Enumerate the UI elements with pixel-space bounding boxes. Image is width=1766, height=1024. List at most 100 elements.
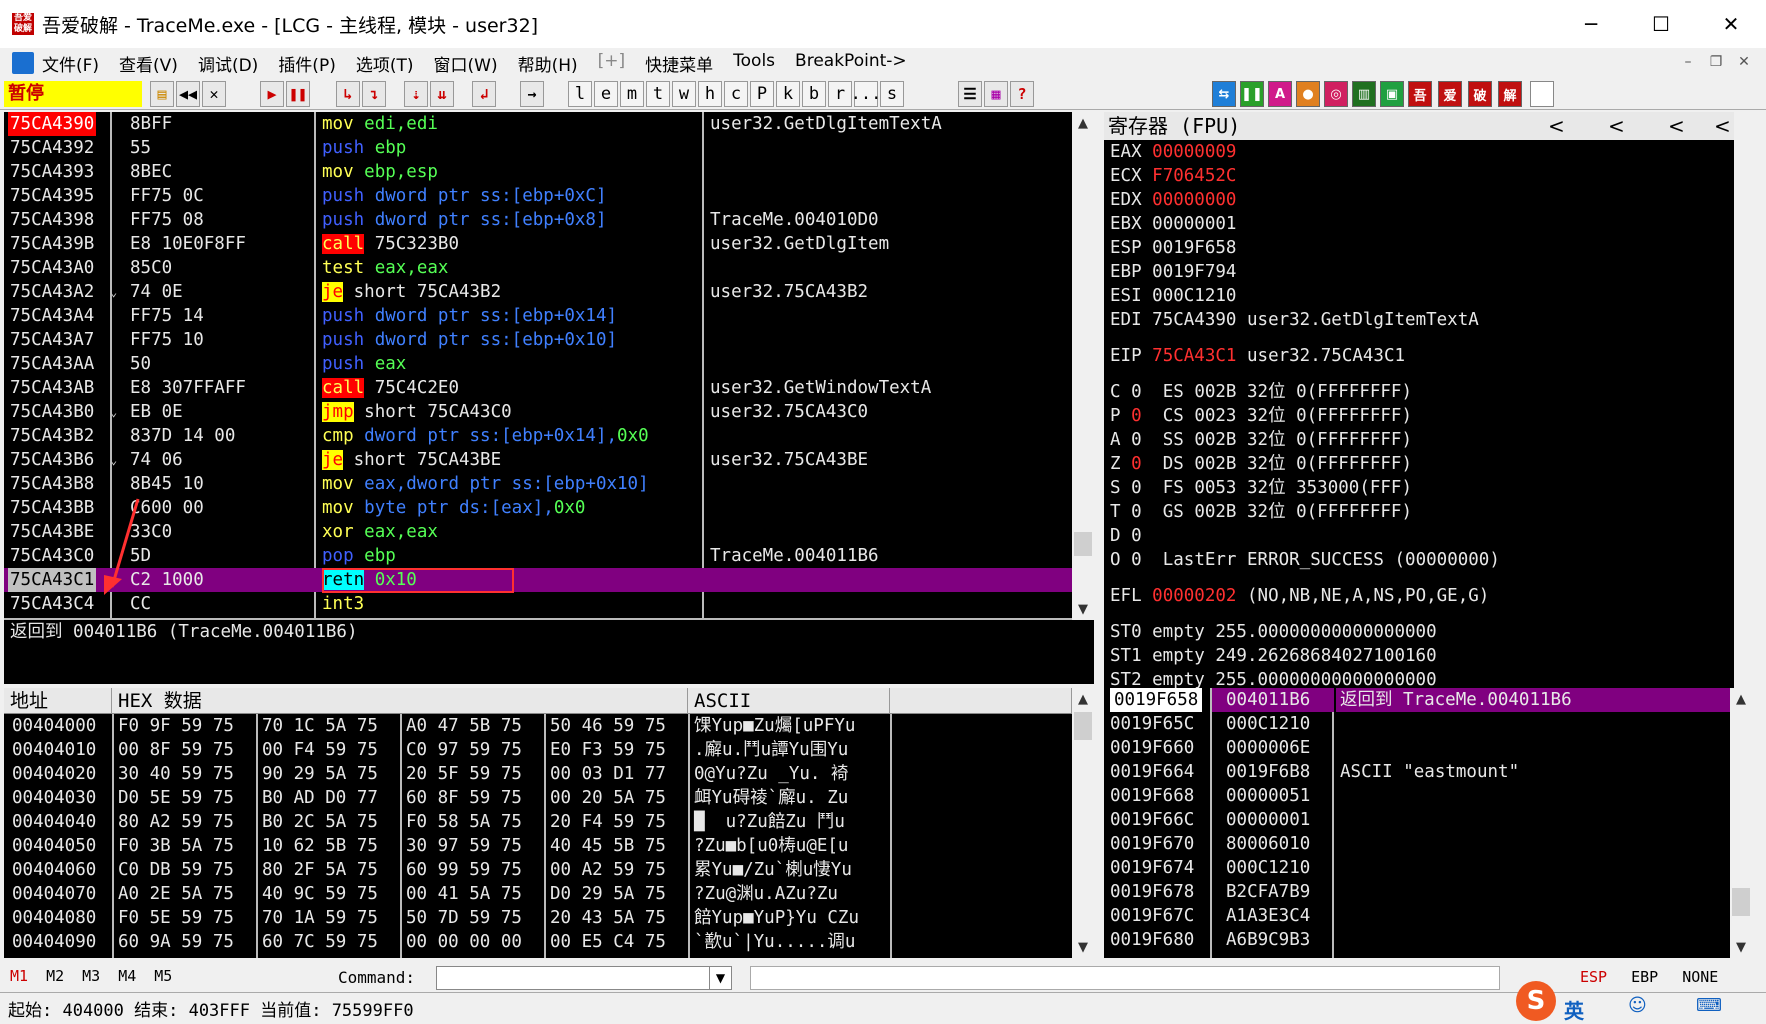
register-value[interactable]: 0019F794 bbox=[1152, 262, 1236, 282]
register-row[interactable]: EBP 0019F794 bbox=[1104, 260, 1734, 284]
plugin-refresh-icon[interactable]: ⇆ bbox=[1212, 81, 1236, 107]
register-value[interactable]: 00000202 bbox=[1152, 586, 1236, 606]
stack-value[interactable]: 004011B6 bbox=[1212, 688, 1334, 712]
stack-value[interactable]: 80006010 bbox=[1212, 832, 1310, 856]
ime-keyboard-icon[interactable]: ⌨ bbox=[1696, 995, 1722, 1016]
toolbar-window-button[interactable]: r bbox=[828, 81, 852, 107]
register-row[interactable]: ECX F706452C bbox=[1104, 164, 1734, 188]
toolbar-window-button[interactable]: P bbox=[750, 81, 774, 107]
register-value[interactable]: 0019F658 bbox=[1152, 238, 1236, 258]
disasm-row[interactable]: 75CA43A2 ⌄ 74 0E je short 75CA43B2 user32.75… bbox=[4, 280, 1072, 304]
toolbar-window-button[interactable]: m bbox=[620, 81, 644, 107]
plugin-target-icon[interactable]: ◎ bbox=[1324, 81, 1348, 107]
dump-pane[interactable]: 00404000 F0 9F 59 75 70 1C 5A 75 A0 47 5B 7… bbox=[4, 714, 1072, 958]
flag-row[interactable]: A 0 SS 002B 32位 0(FFFFFFFF) bbox=[1104, 428, 1734, 452]
register-row[interactable]: EBX 00000001 bbox=[1104, 212, 1734, 236]
toolbar-window-button[interactable]: s bbox=[880, 81, 904, 107]
close-button[interactable]: ✕ bbox=[1696, 0, 1766, 48]
flag-value[interactable]: 0 bbox=[1131, 478, 1142, 498]
menu-item[interactable]: [+] bbox=[598, 51, 626, 76]
register-row[interactable]: EDI 75CA4390 user32.GetDlgItemTextA bbox=[1104, 308, 1734, 332]
stack-scrollbar[interactable]: ▲ ▼ bbox=[1730, 688, 1752, 958]
toolbar-window-button[interactable]: c bbox=[724, 81, 748, 107]
trace-over-icon[interactable]: ⇊ bbox=[430, 81, 454, 107]
disassembly-pane[interactable]: 75CA4390 8BFF mov edi,edi user32.GetDlgItem… bbox=[4, 112, 1072, 620]
disasm-row[interactable]: 75CA4393 8BEC mov ebp,esp bbox=[4, 160, 1072, 184]
plugin-blank-icon[interactable] bbox=[1530, 81, 1554, 107]
chevron-left-icon[interactable]: < bbox=[1608, 112, 1625, 140]
flag-value[interactable]: 0 bbox=[1131, 454, 1142, 474]
toolbar-window-button[interactable]: e bbox=[594, 81, 618, 107]
mdi-close-button[interactable]: ✕ bbox=[1730, 50, 1758, 74]
menu-item[interactable]: 调试(D) bbox=[198, 51, 258, 76]
disasm-row[interactable]: 75CA4398 FF75 08 push dword ptr ss:[ebp+0x… bbox=[4, 208, 1072, 232]
flag-row[interactable]: P 0 CS 0023 32位 0(FFFFFFFF) bbox=[1104, 404, 1734, 428]
stack-value[interactable]: 00000051 bbox=[1212, 784, 1310, 808]
step-into-icon[interactable]: ↳ bbox=[336, 81, 360, 107]
open-icon[interactable]: ▤ bbox=[150, 81, 174, 107]
fpu-row[interactable]: ST0 empty 255.00000000000000000 bbox=[1104, 620, 1734, 644]
trace-into-icon[interactable]: ⇣ bbox=[404, 81, 428, 107]
execute-till-return-icon[interactable]: ↲ bbox=[472, 81, 496, 107]
menu-item[interactable]: 快捷菜单 bbox=[645, 51, 713, 76]
chevron-left-icon[interactable]: < bbox=[1714, 112, 1731, 140]
stack-row[interactable]: 0019F660 0000006E bbox=[1104, 736, 1730, 760]
dump-row[interactable]: 00404080 F0 5E 59 75 70 1A 59 75 50 7D 59 7… bbox=[4, 906, 1072, 930]
rewind-icon[interactable]: ◀◀ bbox=[176, 81, 200, 107]
disasm-row[interactable]: 75CA43AB E8 307FFAFF call 75C4C2E0 user32.G… bbox=[4, 376, 1072, 400]
register-row[interactable]: ESP 0019F658 bbox=[1104, 236, 1734, 260]
stack-row[interactable]: 0019F678 B2CFA7B9 bbox=[1104, 880, 1730, 904]
command-input[interactable]: ▼ bbox=[436, 966, 732, 990]
register-value[interactable]: 00000001 bbox=[1152, 214, 1236, 234]
memory-mark-button[interactable]: M4 bbox=[118, 967, 136, 985]
menu-item[interactable]: 插件(P) bbox=[278, 51, 336, 76]
disasm-row[interactable]: 75CA43BE 33C0 xor eax,eax bbox=[4, 520, 1072, 544]
stack-row[interactable]: 0019F67C A1A3E3C4 bbox=[1104, 904, 1730, 928]
disasm-row[interactable]: 75CA43A7 FF75 10 push dword ptr ss:[ebp+0x… bbox=[4, 328, 1072, 352]
disasm-row[interactable]: 75CA43C4 CC int3 bbox=[4, 592, 1072, 616]
registers-header[interactable]: 寄存器 (FPU) < < < < bbox=[1104, 112, 1734, 140]
register-row[interactable]: EFL 00000202 (NO,NB,NE,A,NS,PO,GE,G) bbox=[1104, 584, 1734, 608]
plugin-a-icon[interactable]: A bbox=[1268, 81, 1292, 107]
plugin-record-icon[interactable]: ● bbox=[1296, 81, 1320, 107]
dump-row[interactable]: 00404000 F0 9F 59 75 70 1C 5A 75 A0 47 5B 7… bbox=[4, 714, 1072, 738]
plugin-button[interactable]: 破 bbox=[1468, 81, 1492, 107]
stack-row[interactable]: 0019F664 0019F6B8 ASCII "eastmount" bbox=[1104, 760, 1730, 784]
registers-pane[interactable]: 寄存器 (FPU) < < < < EAX 00000009 ECX F7064… bbox=[1104, 112, 1734, 688]
flag-row[interactable]: S 0 FS 0053 32位 353000(FFF) bbox=[1104, 476, 1734, 500]
disasm-row[interactable]: 75CA439B E8 10E0F8FF call 75C323B0 user32.G… bbox=[4, 232, 1072, 256]
flag-value[interactable]: 0 bbox=[1131, 502, 1142, 522]
plugin-button[interactable]: 吾 bbox=[1408, 81, 1432, 107]
register-value[interactable]: 000C1210 bbox=[1152, 286, 1236, 306]
toolbar-window-button[interactable]: k bbox=[776, 81, 800, 107]
dump-row[interactable]: 00404030 D0 5E 59 75 B0 AD D0 77 60 8F 59 7… bbox=[4, 786, 1072, 810]
flag-value[interactable]: 0 bbox=[1131, 406, 1142, 426]
toolbar-window-button[interactable]: w bbox=[672, 81, 696, 107]
menu-item[interactable]: 帮助(H) bbox=[518, 51, 578, 76]
disasm-row[interactable]: 75CA43B2 837D 14 00 cmp dword ptr ss:[ebp+… bbox=[4, 424, 1072, 448]
dump-row[interactable]: 00404070 A0 2E 5A 75 40 9C 59 75 00 41 5A 7… bbox=[4, 882, 1072, 906]
toolbar-window-button[interactable]: b bbox=[802, 81, 826, 107]
flag-value[interactable]: 0 bbox=[1131, 382, 1142, 402]
stack-row[interactable]: 0019F670 80006010 bbox=[1104, 832, 1730, 856]
flag-row[interactable]: C 0 ES 002B 32位 0(FFFFFFFF) bbox=[1104, 380, 1734, 404]
flag-value[interactable]: 0 bbox=[1131, 550, 1142, 570]
disasm-row[interactable]: 75CA43A0 85C0 test eax,eax bbox=[4, 256, 1072, 280]
mdi-minimize-button[interactable]: – bbox=[1674, 50, 1702, 74]
disasm-row[interactable]: 75CA4395 FF75 0C push dword ptr ss:[ebp+0x… bbox=[4, 184, 1072, 208]
disasm-row[interactable]: 75CA43A4 FF75 14 push dword ptr ss:[ebp+0x… bbox=[4, 304, 1072, 328]
menu-item[interactable]: 选项(T) bbox=[356, 51, 414, 76]
toolbar-window-button[interactable]: h bbox=[698, 81, 722, 107]
minimize-button[interactable]: ─ bbox=[1556, 0, 1626, 48]
disasm-row[interactable]: 75CA4392 55 push ebp bbox=[4, 136, 1072, 160]
menu-item[interactable]: 窗口(W) bbox=[434, 51, 498, 76]
stack-value[interactable]: A6B9C9B3 bbox=[1212, 928, 1310, 952]
disasm-row[interactable]: 75CA43BB C600 00 mov byte ptr ds:[eax],0x0 bbox=[4, 496, 1072, 520]
stack-value[interactable]: 000C1210 bbox=[1212, 856, 1310, 880]
stack-follow-button[interactable]: NONE bbox=[1682, 968, 1718, 986]
flag-row[interactable]: O 0 LastErr ERROR_SUCCESS (00000000) bbox=[1104, 548, 1734, 572]
plugin-button[interactable]: 解 bbox=[1498, 81, 1522, 107]
stack-row[interactable]: 0019F668 00000051 bbox=[1104, 784, 1730, 808]
stack-value[interactable]: 00000001 bbox=[1212, 808, 1310, 832]
run-icon[interactable]: ▶ bbox=[260, 81, 284, 107]
